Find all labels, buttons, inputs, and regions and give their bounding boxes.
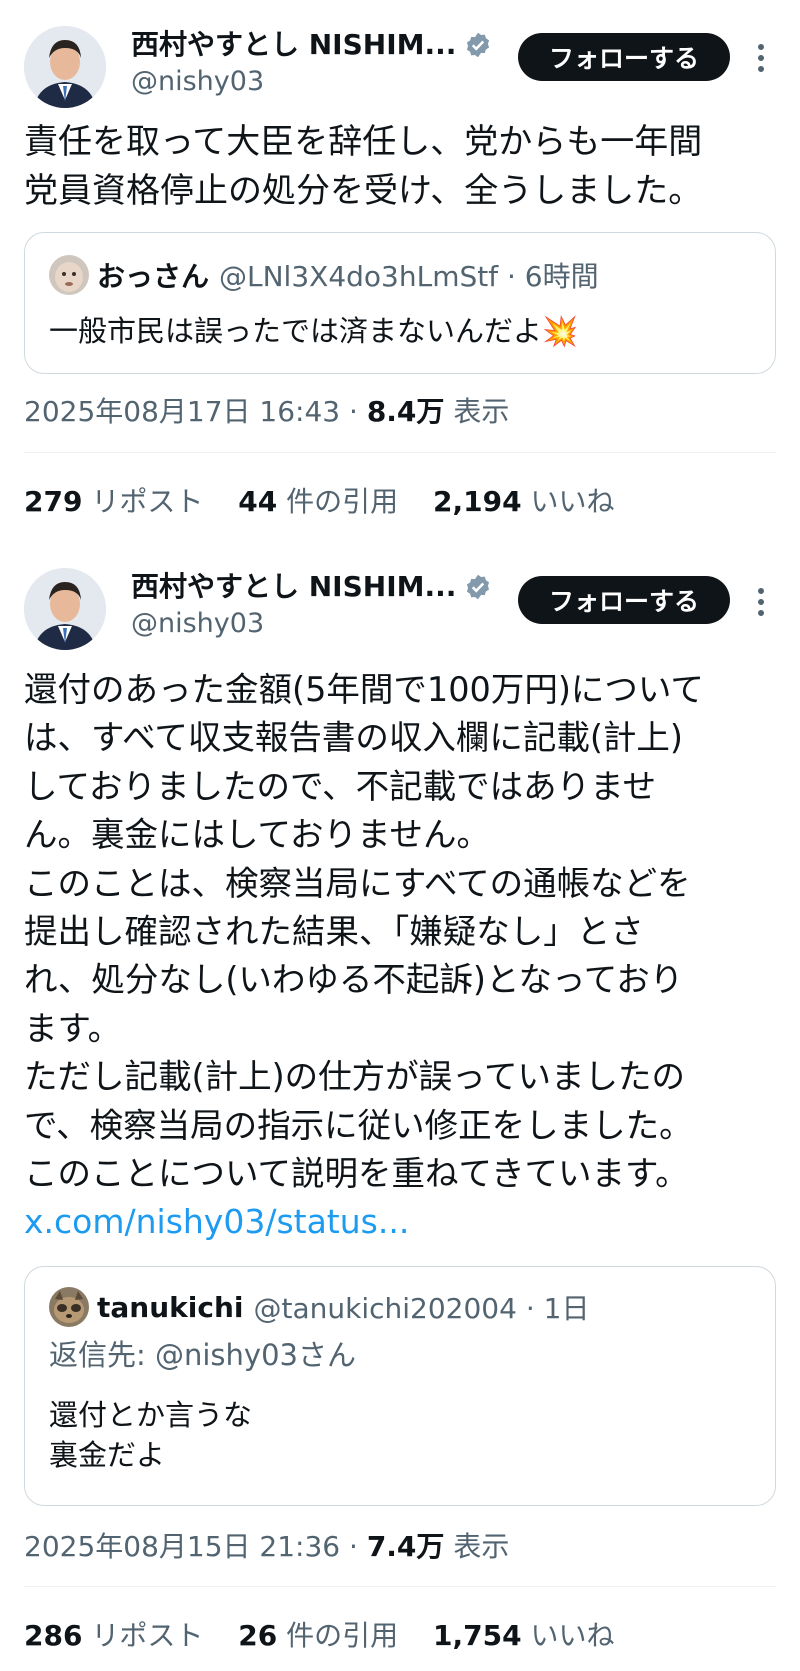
face-avatar-icon — [49, 255, 89, 295]
quoted-tweet-header: tanukichi @tanukichi202004 · 1日 — [49, 1287, 775, 1327]
divider — [24, 452, 776, 453]
quoted-tweet[interactable]: tanukichi @tanukichi202004 · 1日 返信先: @ni… — [24, 1266, 776, 1506]
tweet-text-line: で、検察当局の指示に従い修正をしました。 — [24, 1105, 693, 1145]
quoted-text-line: 裏金だよ — [49, 1438, 166, 1472]
tweet-meta: 2025年08月15日 21:36 · 7.4万 表示 — [24, 1525, 509, 1565]
quoted-text-line: 還付とか言うな — [49, 1398, 253, 1432]
avatar-portrait-icon — [24, 568, 106, 650]
tweet-meta: 2025年08月17日 16:43 · 8.4万 表示 — [24, 390, 509, 430]
author-display-name[interactable]: 西村やすとし NISHIM... — [131, 28, 492, 62]
quoted-tweet-text: 一般市民は誤ったでは済まないんだよ💥 — [49, 314, 579, 348]
tweet-2[interactable]: 西村やすとし NISHIM... @nishy03 フォローする 還付のあった金… — [0, 540, 800, 1671]
tweet-text-line: れ、処分なし(いわゆる不起訴)となっており — [24, 960, 684, 1000]
tweet-text-line: 提出し確認された結果、「嫌疑なし」とさ — [24, 912, 644, 952]
author-handle[interactable]: @nishy03 — [131, 606, 492, 642]
tweet-text-line: は、すべて収支報告書の収入欄に記載(計上) — [24, 718, 683, 758]
tweet-stats: 286 リポスト 26 件の引用 1,754 いいね — [24, 1614, 641, 1654]
raccoon-dog-avatar-icon — [49, 1287, 89, 1327]
quoted-tweet-header: おっさん @LNl3X4do3hLmStf · 6時間 — [49, 255, 775, 295]
tweet-text: 還付のあった金額(5年間で100万円)について は、すべて収支報告書の収入欄に記… — [24, 666, 704, 1247]
author-display-name[interactable]: 西村やすとし NISHIM... — [131, 570, 492, 604]
tweet-text-line: しておりましたので、不記載ではありませ — [24, 766, 657, 806]
verified-badge-icon — [467, 32, 490, 58]
author-names: 西村やすとし NISHIM... @nishy03 — [131, 28, 492, 100]
author-avatar[interactable] — [24, 26, 106, 108]
tweet-stats: 279 リポスト 44 件の引用 2,194 いいね — [24, 480, 641, 520]
tweet-timestamp[interactable]: 2025年08月15日 21:36 · — [24, 1530, 367, 1563]
view-count: 7.4万 — [366, 1530, 445, 1563]
follow-button[interactable]: フォローする — [518, 576, 730, 624]
avatar-portrait-icon — [24, 26, 106, 108]
author-avatar[interactable] — [24, 568, 106, 650]
tweet-text-line: ただし記載(計上)の仕方が誤っていましたの — [24, 1057, 685, 1097]
quoted-author-avatar[interactable] — [49, 1287, 89, 1327]
tweet-text-line: ん。裏金にはしておりません。 — [24, 815, 490, 855]
reply-to-label[interactable]: 返信先: @nishy03さん — [49, 1335, 775, 1375]
quoted-author-avatar[interactable] — [49, 255, 89, 295]
tweet-text-line: 還付のあった金額(5年間で100万円)について — [24, 670, 704, 709]
quoted-author-handle-time[interactable]: @tanukichi202004 · 1日 — [254, 1287, 590, 1327]
quote-count[interactable]: 26 件の引用 — [238, 1619, 398, 1652]
quoted-author-name[interactable]: tanukichi — [97, 1291, 244, 1324]
follow-button[interactable]: フォローする — [518, 33, 730, 81]
quoted-author-name[interactable]: おっさん — [97, 255, 209, 295]
tweet-text-line: このことについて説明を重ねてきています。 — [24, 1154, 689, 1194]
view-label: 表示 — [444, 395, 510, 428]
like-count[interactable]: 2,194 いいね — [433, 485, 614, 518]
view-label: 表示 — [444, 1530, 510, 1563]
quoted-tweet-text: 還付とか言うな 裏金だよ — [49, 1395, 775, 1475]
author-handle[interactable]: @nishy03 — [131, 64, 492, 100]
view-count: 8.4万 — [366, 395, 445, 428]
verified-badge-icon — [467, 574, 490, 600]
repost-count[interactable]: 279 リポスト — [24, 485, 203, 518]
author-names: 西村やすとし NISHIM... @nishy03 — [131, 570, 492, 642]
tweet-1[interactable]: 西村やすとし NISHIM... @nishy03 フォローする 責任を取って大… — [0, 0, 800, 540]
quote-count[interactable]: 44 件の引用 — [238, 485, 398, 518]
tweet-text-line: ます。 — [24, 1008, 122, 1048]
quoted-tweet[interactable]: おっさん @LNl3X4do3hLmStf · 6時間 一般市民は誤ったでは済ま… — [24, 232, 776, 374]
divider — [24, 1586, 776, 1587]
tweet-text-line: このことは、検察当局にすべての通帳などを — [24, 863, 691, 903]
tweet-link[interactable]: x.com/nishy03/status... — [24, 1198, 704, 1246]
more-options-icon[interactable] — [756, 44, 766, 74]
like-count[interactable]: 1,754 いいね — [433, 1619, 614, 1652]
repost-count[interactable]: 286 リポスト — [24, 1619, 203, 1652]
quoted-author-handle-time[interactable]: @LNl3X4do3hLmStf · 6時間 — [219, 255, 599, 295]
tweet-timestamp[interactable]: 2025年08月17日 16:43 · — [24, 395, 367, 428]
tweet-text: 責任を取って大臣を辞任し、党からも一年間 党員資格停止の処分を受け、全うしました… — [24, 122, 703, 211]
more-options-icon[interactable] — [756, 588, 766, 618]
